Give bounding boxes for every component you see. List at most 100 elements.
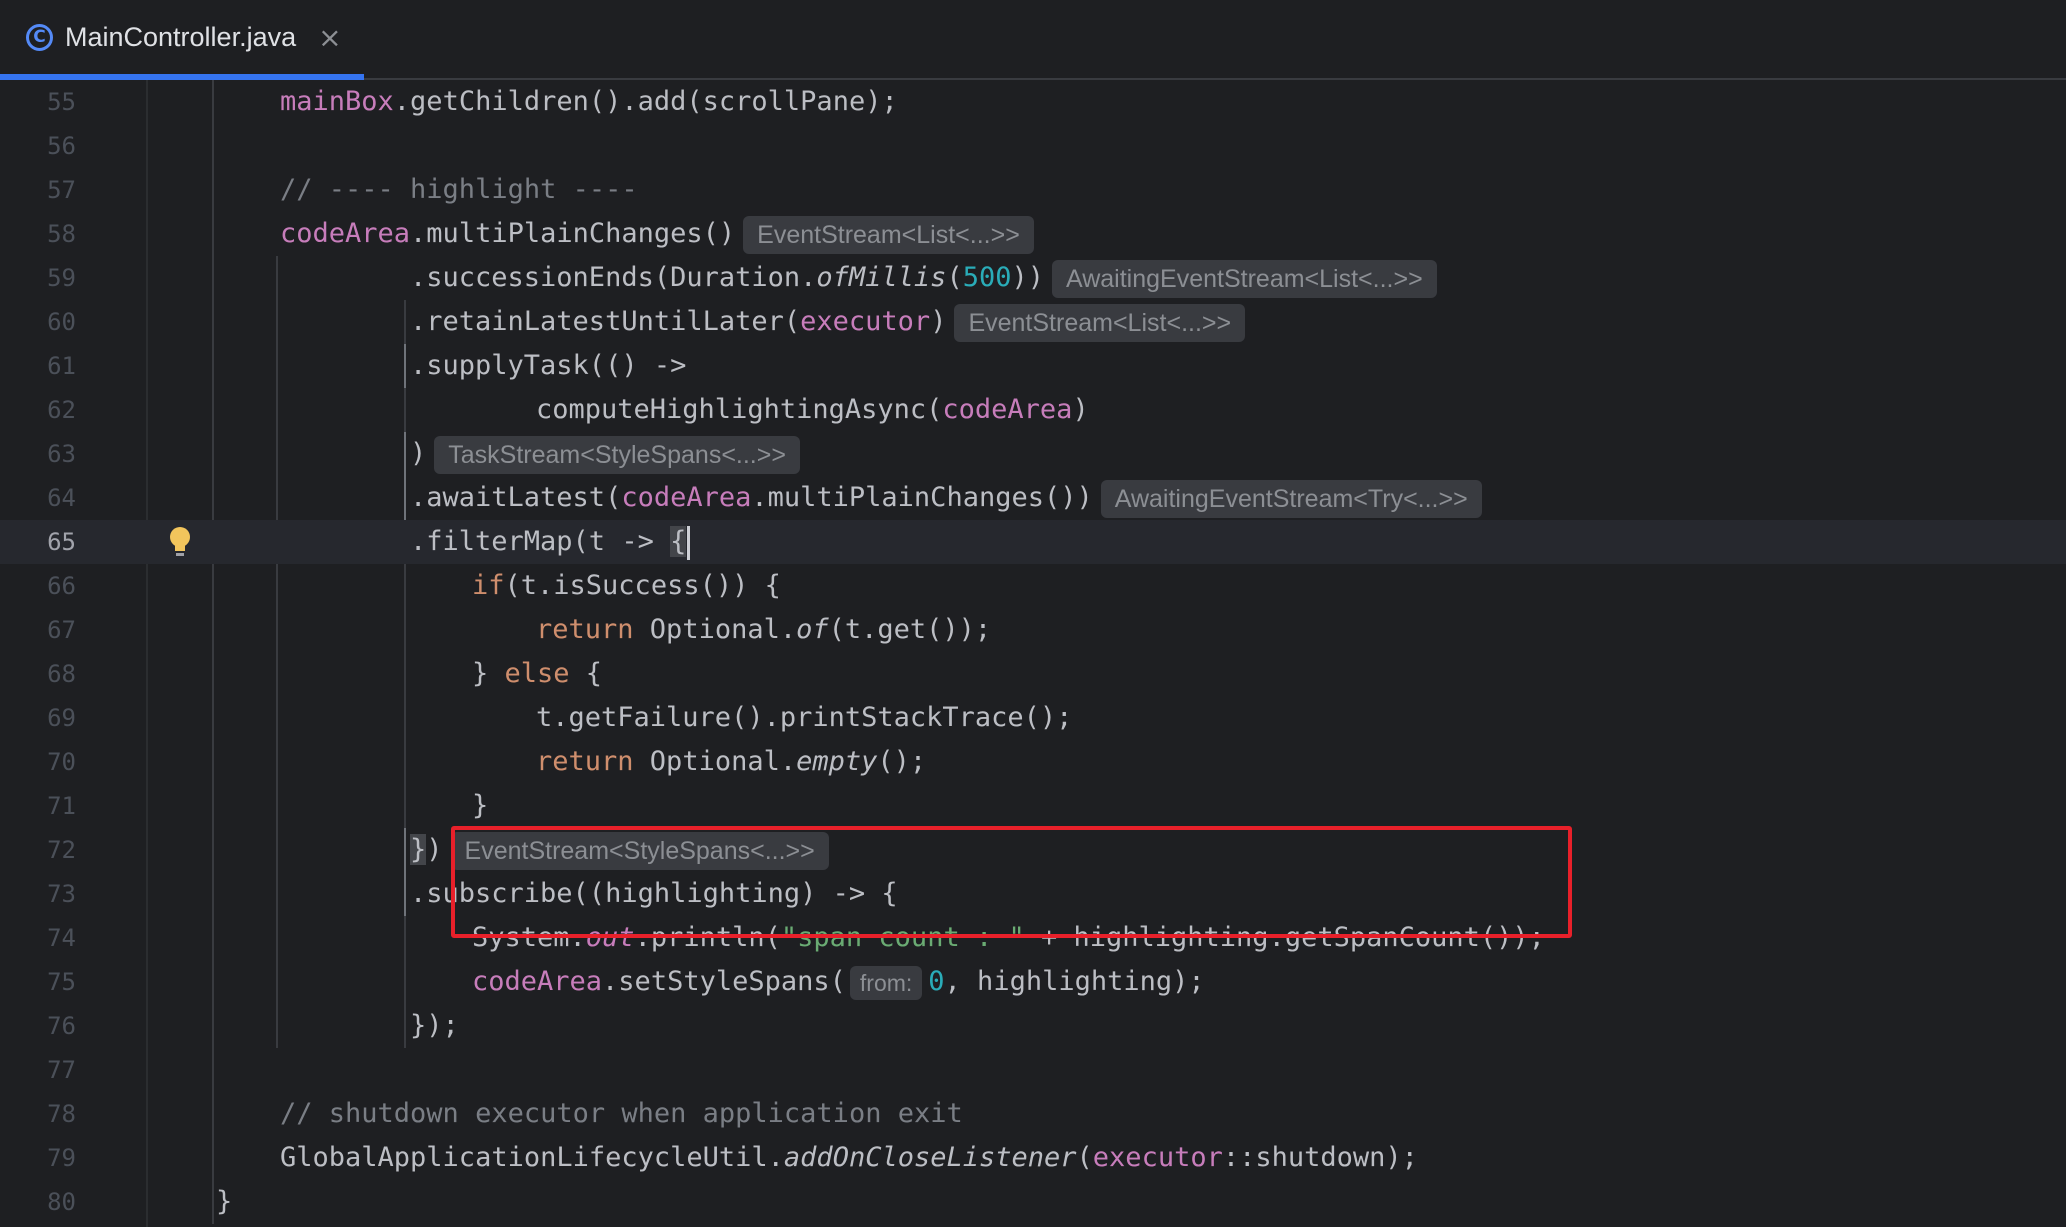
code-text[interactable]: .supplyTask(() -> — [410, 344, 686, 388]
code-token: } — [472, 790, 489, 821]
code-text[interactable]: // shutdown executor when application ex… — [280, 1092, 963, 1136]
line-number[interactable]: 72 — [0, 828, 76, 872]
code-text[interactable]: .successionEnds(Duration.ofMillis(500)) A… — [410, 256, 1437, 300]
code-line[interactable]: 62 computeHighlightingAsync(codeArea) — [0, 388, 2066, 432]
code-token: ) — [426, 834, 443, 865]
line-number[interactable]: 61 — [0, 344, 76, 388]
code-token: )) — [1011, 262, 1044, 293]
code-text[interactable]: .filterMap(t -> { — [410, 520, 691, 564]
code-text[interactable]: .awaitLatest(codeArea.multiPlainChanges(… — [410, 476, 1482, 520]
line-number[interactable]: 78 — [0, 1092, 76, 1136]
line-number[interactable]: 64 — [0, 476, 76, 520]
code-text[interactable]: } — [216, 1180, 232, 1224]
code-token: .setStyleSpans( — [602, 966, 846, 997]
line-number[interactable]: 65 — [0, 520, 76, 564]
code-token: Optional. — [633, 614, 797, 645]
code-line[interactable]: 67 return Optional.of(t.get()); — [0, 608, 2066, 652]
code-line[interactable]: 75 codeArea.setStyleSpans(from: 0, highlig… — [0, 960, 2066, 1004]
code-text[interactable]: return Optional.empty(); — [536, 740, 926, 784]
line-number[interactable]: 67 — [0, 608, 76, 652]
code-token: // ---- highlight ---- — [280, 174, 638, 205]
code-line[interactable]: 59 .successionEnds(Duration.ofMillis(500)… — [0, 256, 2066, 300]
code-token: .getChildren().add(scrollPane); — [393, 86, 898, 117]
code-token: .filterMap(t -> — [410, 526, 671, 557]
code-line[interactable]: 55 mainBox.getChildren().add(scrollPane); — [0, 80, 2066, 124]
code-line[interactable]: 76}); — [0, 1004, 2066, 1048]
code-token: if — [472, 570, 505, 601]
code-text[interactable]: t.getFailure().printStackTrace(); — [536, 696, 1072, 740]
type-hint: EventStream<List<...>> — [743, 215, 1034, 254]
line-number[interactable]: 77 — [0, 1048, 76, 1092]
line-number[interactable]: 66 — [0, 564, 76, 608]
line-number[interactable]: 68 — [0, 652, 76, 696]
line-number[interactable]: 76 — [0, 1004, 76, 1048]
line-number[interactable]: 69 — [0, 696, 76, 740]
line-number[interactable]: 80 — [0, 1180, 76, 1224]
code-line[interactable]: 77 — [0, 1048, 2066, 1092]
line-number[interactable]: 71 — [0, 784, 76, 828]
code-text[interactable]: GlobalApplicationLifecycleUtil.addOnClos… — [280, 1136, 1418, 1180]
type-hint: EventStream<List<...>> — [954, 303, 1246, 342]
code-token: codeArea — [942, 394, 1073, 425]
code-text[interactable]: codeArea.setStyleSpans(from: 0, highlight… — [472, 960, 1205, 1004]
code-line[interactable]: 71} — [0, 784, 2066, 828]
line-number[interactable]: 57 — [0, 168, 76, 212]
code-line[interactable]: 66 if(t.isSuccess()) { — [0, 564, 2066, 608]
line-number[interactable]: 79 — [0, 1136, 76, 1180]
code-token: return — [536, 614, 634, 645]
code-line[interactable]: 78 // shutdown executor when application … — [0, 1092, 2066, 1136]
line-number[interactable]: 70 — [0, 740, 76, 784]
code-text[interactable]: }); — [410, 1004, 459, 1048]
code-token: 0 — [928, 966, 945, 997]
parameter-hint: from: — [849, 965, 923, 1000]
tab-main-controller[interactable]: C MainController.java × — [0, 0, 364, 80]
code-text[interactable]: computeHighlightingAsync(codeArea) — [536, 388, 1089, 432]
code-token: .multiPlainChanges()) — [751, 482, 1093, 513]
code-line[interactable]: 60 .retainLatestUntilLater(executor) Event… — [0, 300, 2066, 344]
code-text[interactable]: ) TaskStream<StyleSpans<...>> — [410, 432, 800, 476]
lightbulb-icon[interactable] — [167, 526, 193, 558]
type-hint: TaskStream<StyleSpans<...>> — [434, 435, 800, 474]
code-line[interactable]: 65 .filterMap(t -> { — [0, 520, 2066, 564]
code-line[interactable]: 63 ) TaskStream<StyleSpans<...>> — [0, 432, 2066, 476]
line-number[interactable]: 58 — [0, 212, 76, 256]
code-text[interactable]: mainBox.getChildren().add(scrollPane); — [280, 80, 898, 124]
code-editor[interactable]: 55 mainBox.getChildren().add(scrollPane);… — [0, 80, 2066, 1227]
code-line[interactable]: 80} — [0, 1180, 2066, 1224]
code-line[interactable]: 70 return Optional.empty(); — [0, 740, 2066, 784]
code-text[interactable]: if(t.isSuccess()) { — [472, 564, 781, 608]
code-token: .supplyTask(() -> — [410, 350, 687, 381]
code-text[interactable]: } else { — [472, 652, 602, 696]
code-line[interactable]: 68 } else { — [0, 652, 2066, 696]
line-number[interactable]: 74 — [0, 916, 76, 960]
code-text[interactable]: codeArea.multiPlainChanges() EventStream<… — [280, 212, 1034, 256]
code-line[interactable]: 69 t.getFailure().printStackTrace(); — [0, 696, 2066, 740]
code-token: ) — [1072, 394, 1089, 425]
code-token: { — [569, 658, 603, 689]
code-token: ) — [930, 306, 947, 337]
code-token: codeArea — [280, 218, 411, 249]
code-line[interactable]: 61 .supplyTask(() -> — [0, 344, 2066, 388]
code-text[interactable]: return Optional.of(t.get()); — [536, 608, 991, 652]
line-number[interactable]: 73 — [0, 872, 76, 916]
line-number[interactable]: 56 — [0, 124, 76, 168]
code-text[interactable]: } — [472, 784, 488, 828]
line-number[interactable]: 59 — [0, 256, 76, 300]
line-number[interactable]: 60 — [0, 300, 76, 344]
code-line[interactable]: 57 // ---- highlight ---- — [0, 168, 2066, 212]
code-token: executor — [1092, 1142, 1223, 1173]
code-line[interactable]: 58 codeArea.multiPlainChanges() EventStrea… — [0, 212, 2066, 256]
code-line[interactable]: 79 GlobalApplicationLifecycleUtil.addOnCl… — [0, 1136, 2066, 1180]
close-icon[interactable]: × — [318, 21, 341, 54]
code-text[interactable]: // ---- highlight ---- — [280, 168, 638, 212]
line-number[interactable]: 55 — [0, 80, 76, 124]
type-hint: AwaitingEventStream<Try<...>> — [1100, 479, 1482, 518]
line-number[interactable]: 62 — [0, 388, 76, 432]
type-hint: AwaitingEventStream<List<...>> — [1052, 259, 1437, 298]
code-token: GlobalApplicationLifecycleUtil. — [280, 1142, 784, 1173]
line-number[interactable]: 75 — [0, 960, 76, 1004]
code-line[interactable]: 56 — [0, 124, 2066, 168]
code-line[interactable]: 64 .awaitLatest(codeArea.multiPlainChange… — [0, 476, 2066, 520]
code-text[interactable]: .retainLatestUntilLater(executor) EventSt… — [410, 300, 1246, 344]
line-number[interactable]: 63 — [0, 432, 76, 476]
